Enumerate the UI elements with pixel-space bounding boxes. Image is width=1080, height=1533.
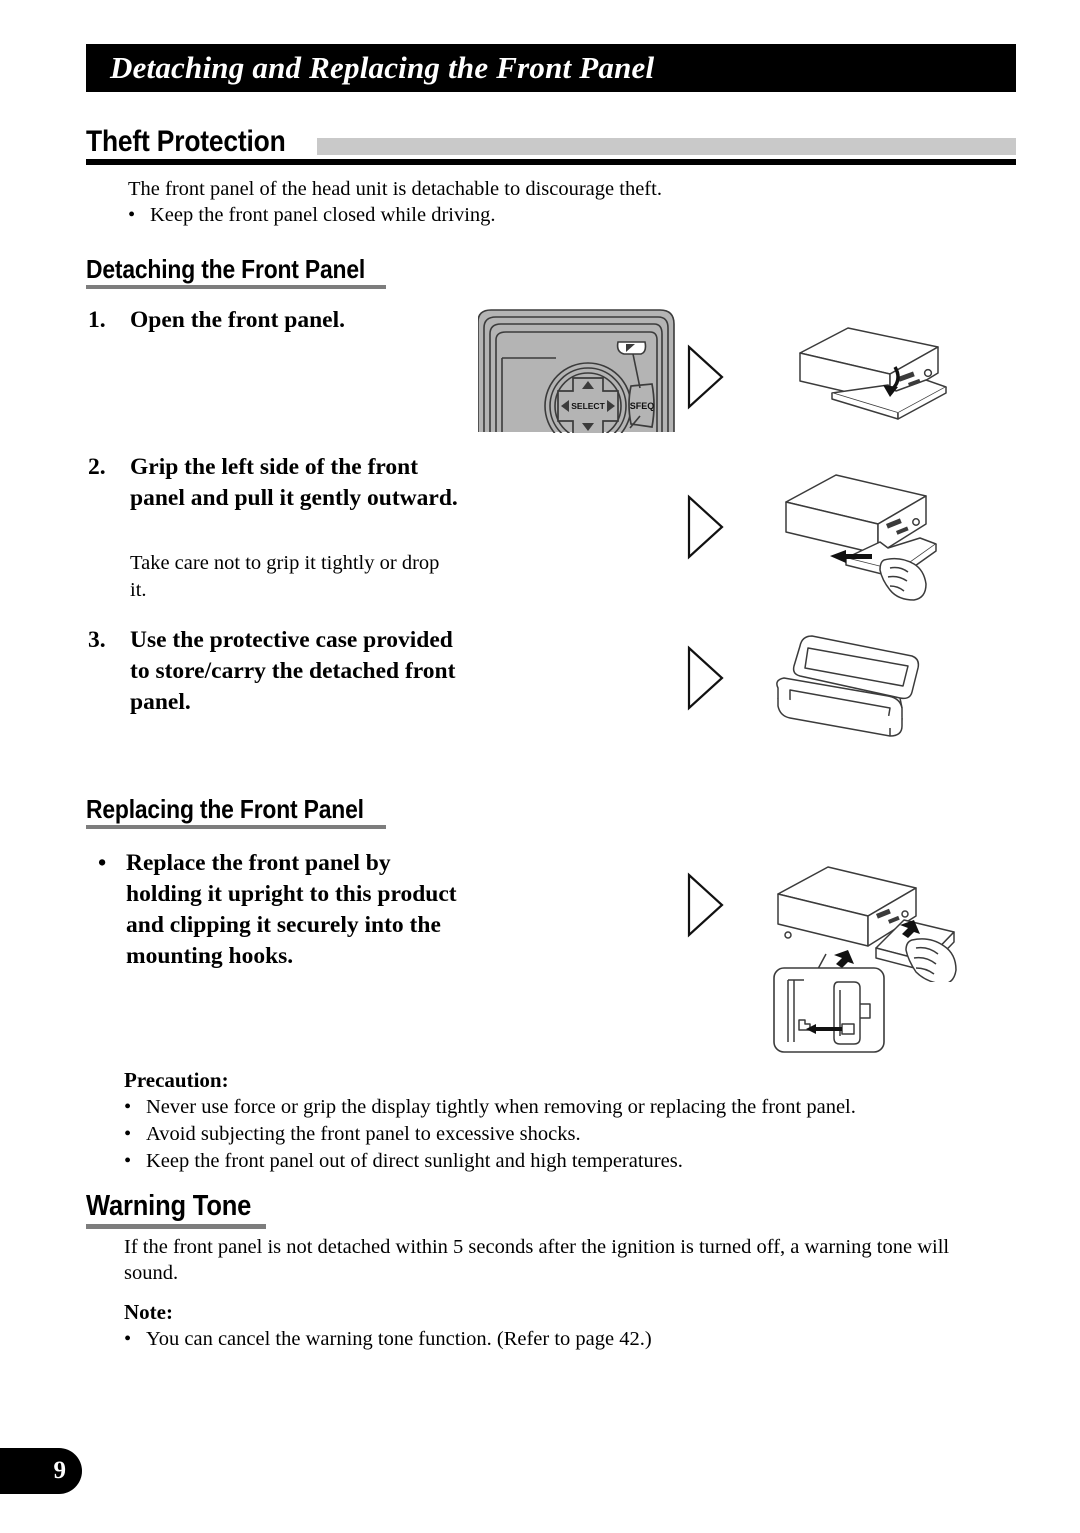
arrow-triangle-2 [686, 494, 726, 560]
bullet-marker: • [124, 1123, 132, 1145]
step-text: Open the front panel. [130, 307, 345, 333]
open-button-icon [616, 341, 647, 355]
bullet-marker: • [124, 1150, 132, 1172]
list-item: • You can cancel the warning tone functi… [124, 1326, 984, 1353]
subheading-label: Detaching the Front Panel [86, 254, 366, 284]
bullet-marker: • [128, 204, 136, 226]
subheading-detaching: Detaching the Front Panel [86, 255, 403, 289]
step-text: Use the protective case provided to stor… [130, 627, 456, 715]
list-item-text: You can cancel the warning tone function… [146, 1328, 652, 1350]
subheading-label: Warning Tone [86, 1190, 252, 1222]
step-1: 1. Open the front panel. [88, 305, 468, 336]
select-label: SELECT [571, 401, 605, 411]
figure-unit-panel-open [770, 325, 950, 435]
arrow-triangle-3 [686, 645, 726, 711]
list-item: • Keep the front panel closed while driv… [128, 202, 948, 229]
subheading-warning-tone: Warning Tone [86, 1190, 274, 1229]
list-item-text: Never use force or grip the display tigh… [146, 1096, 856, 1118]
warning-tone-body: If the front panel is not detached withi… [124, 1236, 950, 1284]
section-heading-theft-protection: Theft Protection [86, 126, 1016, 165]
replacing-bullet-text: Replace the front panel by holding it up… [126, 850, 457, 969]
heading-gray-bar [316, 138, 1016, 155]
subheading-rule [86, 285, 386, 289]
precaution-list: • Never use force or grip the display ti… [124, 1094, 1004, 1175]
page-banner: Detaching and Replacing the Front Panel [86, 44, 1016, 92]
page-number: 9 [53, 1457, 67, 1484]
subheading-replacing: Replacing the Front Panel [86, 795, 402, 829]
figure-mounting-hook-detail [772, 962, 887, 1054]
theft-protection-bullets: • Keep the front panel closed while driv… [128, 202, 948, 229]
subheading-rule [86, 1224, 266, 1229]
step-2: 2. Grip the left side of the front panel… [88, 452, 468, 514]
list-item: • Avoid subjecting the front panel to ex… [124, 1121, 1004, 1148]
theft-protection-intro: The front panel of the head unit is deta… [128, 178, 662, 200]
step-number: 2. [88, 454, 106, 480]
step-number: 1. [88, 307, 106, 333]
figure-protective-case [760, 628, 955, 748]
subheading-rule [86, 825, 386, 829]
figure-hand-pulling-panel [768, 472, 953, 602]
replacing-bullet: • Replace the front panel by holding it … [98, 848, 468, 972]
heading-rule [86, 159, 1016, 165]
step-2-note: Take care not to grip it tightly or drop… [130, 552, 440, 601]
manual-page: Detaching and Replacing the Front Panel … [0, 0, 1080, 1533]
bullet-marker: • [124, 1096, 132, 1118]
list-item: • Never use force or grip the display ti… [124, 1094, 1004, 1121]
page-number-tab: 9 [0, 1448, 82, 1494]
precaution-label: Precaution: [124, 1068, 229, 1092]
bullet-marker: • [98, 850, 107, 876]
step-text: Grip the left side of the front panel an… [130, 454, 458, 511]
arrow-triangle-4 [686, 872, 726, 938]
section-heading-label: Theft Protection [86, 125, 286, 158]
arrow-triangle-1 [686, 344, 726, 410]
step-number: 3. [88, 627, 106, 653]
page-title: Detaching and Replacing the Front Panel [110, 50, 655, 85]
list-item-text: Keep the front panel out of direct sunli… [146, 1150, 683, 1172]
sfeq-label: SFEQ [630, 401, 655, 411]
warning-tone-notes: • You can cancel the warning tone functi… [124, 1326, 984, 1353]
list-item: • Keep the front panel out of direct sun… [124, 1148, 1004, 1175]
subheading-label: Replacing the Front Panel [86, 794, 364, 824]
figure-faceplate-closeup: SELECT SFEQ [478, 308, 688, 433]
list-item-text: Avoid subjecting the front panel to exce… [146, 1123, 581, 1145]
bullet-marker: • [124, 1328, 132, 1350]
note-label: Note: [124, 1300, 173, 1324]
list-item-text: Keep the front panel closed while drivin… [150, 204, 496, 226]
step-3: 3. Use the protective case provided to s… [88, 625, 468, 718]
